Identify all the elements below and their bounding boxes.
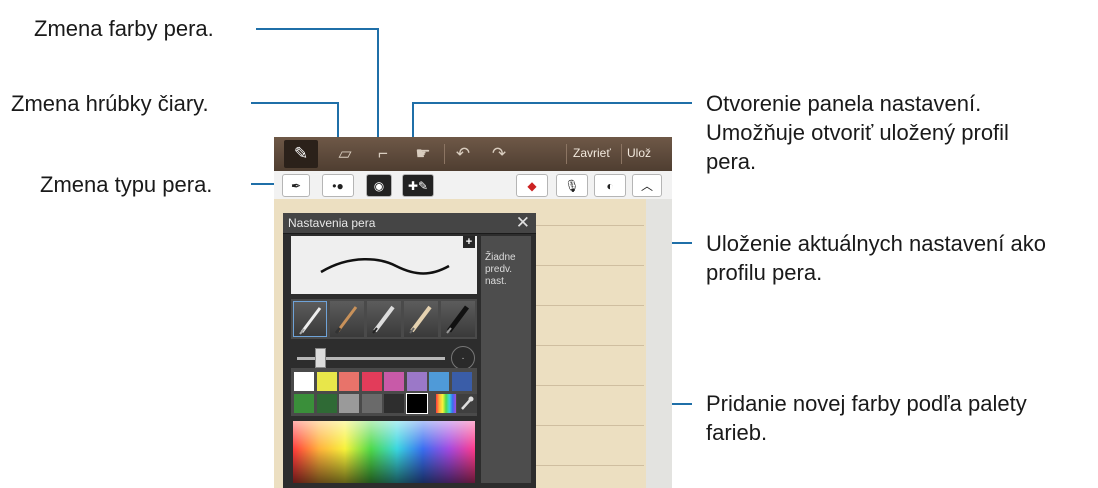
pen-type-selector — [291, 299, 477, 339]
pen-type-pencil[interactable] — [367, 301, 401, 337]
callout-pen-type: Zmena typu pera. — [40, 172, 213, 197]
close-icon[interactable]: ✕ — [516, 213, 530, 233]
toolbar-divider — [444, 144, 445, 164]
slider-thumb[interactable] — [315, 348, 326, 368]
brush-icon — [334, 306, 358, 334]
preset-list[interactable]: Žiadne predv. nast. — [481, 236, 531, 483]
panel-title: Nastavenia pera — [288, 216, 376, 230]
fountain-pen-icon — [299, 307, 322, 335]
callout-save-settings-2: profilu pera. — [706, 260, 823, 285]
background-icon[interactable]: ◐ — [594, 174, 626, 197]
top-toolbar: ✎ ▱ ⌐ ☛ ↶ ↷ Zavrieť Ulož — [274, 137, 672, 171]
color-swatch[interactable] — [294, 394, 314, 413]
color-swatch[interactable] — [405, 393, 428, 414]
presets-empty-label: Žiadne predv. nast. — [485, 252, 516, 287]
panel-header: Nastavenia pera ✕ — [283, 213, 536, 234]
scrollbar[interactable] — [646, 199, 672, 488]
pen-type-brush[interactable] — [330, 301, 364, 337]
color-swatch[interactable] — [361, 372, 382, 391]
callout-add-color-2: farieb. — [706, 420, 768, 445]
settings-panel-icon[interactable]: ✚✎ — [402, 174, 434, 197]
redo-icon[interactable]: ↷ — [482, 140, 516, 168]
note-line — [534, 425, 644, 426]
note-line — [534, 345, 644, 346]
color-spectrum[interactable] — [293, 421, 475, 483]
color-swatch[interactable] — [384, 394, 404, 413]
thickness-icon[interactable]: •● — [322, 174, 354, 197]
pencil-icon[interactable]: ✎ — [284, 140, 318, 168]
color-swatch[interactable] — [361, 394, 382, 413]
toolbar-divider — [621, 144, 622, 164]
callout-pen-color: Zmena farby pera. — [34, 16, 214, 41]
color-palette — [291, 368, 477, 416]
pen-type-highlighter[interactable] — [441, 301, 475, 337]
close-button[interactable]: Zavrieť — [573, 146, 611, 160]
pen-toolbar: ✒ •● ◉ ✚✎ ◆ 🎙 ◐ ︿ — [274, 171, 672, 200]
stroke-preview-line — [320, 258, 450, 275]
pen-settings-panel: Nastavenia pera ✕ Žiadne predv. nast. + — [283, 213, 536, 488]
add-preset-icon[interactable]: + — [463, 236, 475, 248]
color-wheel-swatch[interactable] — [436, 394, 456, 413]
color-swatch[interactable] — [339, 372, 359, 391]
eyedropper-icon[interactable] — [457, 394, 477, 413]
note-line — [534, 305, 644, 306]
size-indicator: · — [451, 346, 475, 370]
fill-color-icon[interactable]: ◆ — [516, 174, 548, 197]
highlighter-icon — [446, 305, 469, 334]
shape-icon[interactable]: ⌐ — [366, 140, 400, 168]
stroke-preview — [291, 236, 477, 294]
callout-open-settings-1: Otvorenie panela nastavení. — [706, 91, 982, 116]
note-line — [534, 225, 644, 226]
callout-add-color-1: Pridanie novej farby podľa palety — [706, 391, 1027, 416]
save-button[interactable]: Ulož — [627, 146, 651, 160]
color-swatch[interactable] — [406, 372, 427, 391]
callout-open-settings-2: Umožňuje otvoriť uložený profil — [706, 120, 1009, 145]
pen-color-icon[interactable]: ◉ — [366, 174, 392, 197]
pencil-tool-icon — [372, 305, 395, 334]
note-line — [534, 465, 644, 466]
toolbar-divider — [566, 144, 567, 164]
pen-type-icon[interactable]: ✒ — [282, 174, 310, 197]
note-line — [534, 385, 644, 386]
pen-type-fountain[interactable] — [293, 301, 327, 337]
hand-icon[interactable]: ☛ — [406, 140, 440, 168]
color-swatch[interactable] — [316, 372, 337, 391]
callout-save-settings-1: Uloženie aktuálnych nastavení ako — [706, 231, 1046, 256]
color-swatch[interactable] — [339, 394, 359, 413]
callout-open-settings-3: pera. — [706, 149, 757, 174]
callout-line-thickness: Zmena hrúbky čiary. — [11, 91, 209, 116]
note-line — [534, 265, 644, 266]
color-swatch[interactable] — [316, 394, 337, 413]
undo-icon[interactable]: ↶ — [446, 140, 480, 168]
color-swatch[interactable] — [294, 372, 314, 391]
marker-icon — [409, 305, 432, 334]
color-swatch[interactable] — [384, 372, 404, 391]
microphone-icon[interactable]: 🎙 — [556, 174, 588, 197]
eraser-icon[interactable]: ▱ — [328, 140, 362, 168]
pen-type-marker[interactable] — [404, 301, 438, 337]
color-swatch[interactable] — [429, 372, 449, 391]
color-swatch[interactable] — [451, 372, 472, 391]
collapse-icon[interactable]: ︿ — [632, 174, 662, 197]
